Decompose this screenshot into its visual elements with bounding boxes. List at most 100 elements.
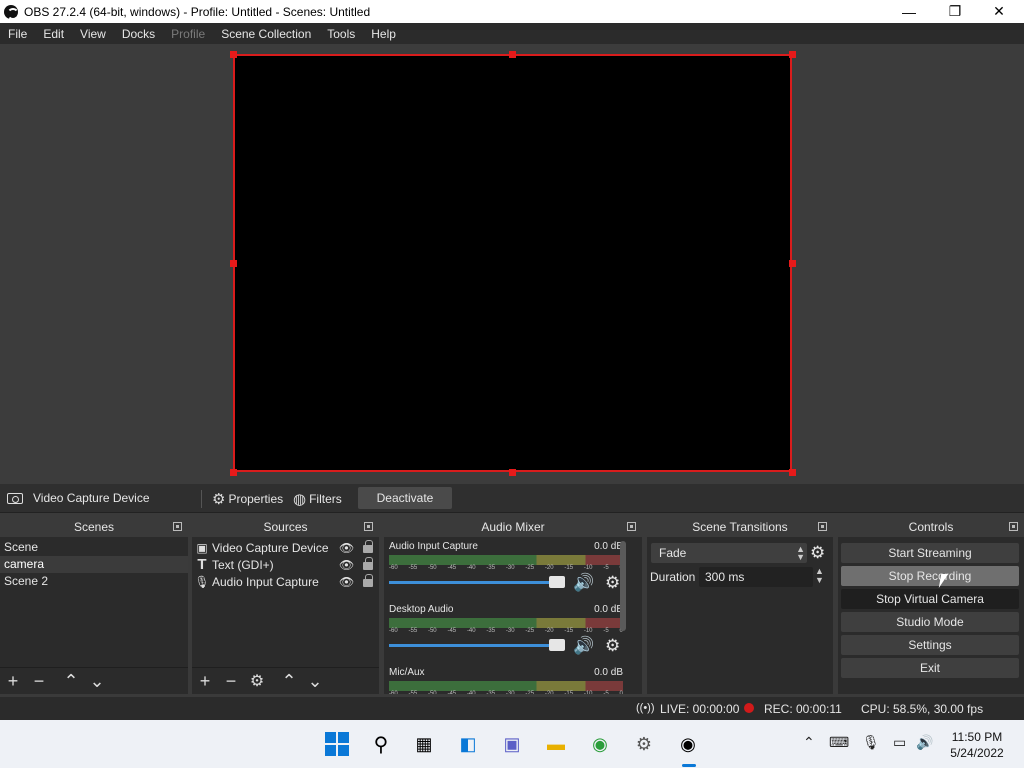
text-icon: T xyxy=(197,556,207,573)
volume-icon[interactable]: 🔊 xyxy=(916,734,933,751)
source-item-video-capture[interactable]: ▣ Video Capture Device 👁 xyxy=(192,539,379,556)
resize-handle-top-left[interactable] xyxy=(230,51,237,58)
volume-slider[interactable] xyxy=(389,581,565,584)
menu-help[interactable]: Help xyxy=(363,27,404,41)
resize-handle-bottom[interactable] xyxy=(509,469,516,476)
resize-handle-bottom-left[interactable] xyxy=(230,469,237,476)
sources-dock: Sources ▣ Video Capture Device 👁 T Text … xyxy=(192,517,379,694)
scene-item-scene[interactable]: Scene xyxy=(0,539,188,556)
windows-start-icon[interactable] xyxy=(325,732,349,756)
chrome-icon[interactable]: ◉ xyxy=(588,732,612,756)
lock-icon[interactable] xyxy=(363,574,373,587)
undock-icon[interactable] xyxy=(627,522,636,531)
cpu-fps: CPU: 58.5%, 30.00 fps xyxy=(861,702,984,716)
toolbar-divider xyxy=(201,490,202,508)
eye-icon[interactable]: 👁 xyxy=(339,558,354,572)
source-name: Audio Input Capture xyxy=(212,574,319,589)
filters-icon: ◍ xyxy=(293,490,307,508)
scene-item-camera[interactable]: camera xyxy=(0,556,188,573)
properties-button[interactable]: ⚙ Properties xyxy=(212,488,283,509)
properties-label: Properties xyxy=(228,491,284,506)
menu-profile[interactable]: Profile xyxy=(163,27,213,41)
stop-recording-button[interactable]: Stop Recording xyxy=(841,566,1019,586)
preview-canvas[interactable] xyxy=(233,54,792,472)
minimize-button[interactable]: — xyxy=(886,0,932,23)
exit-button[interactable]: Exit xyxy=(841,658,1019,678)
menu-scene-collection[interactable]: Scene Collection xyxy=(213,27,319,41)
duration-stepper[interactable]: ▲ ▼ xyxy=(815,567,824,585)
channel-db: 0.0 dB xyxy=(594,541,623,552)
start-streaming-button[interactable]: Start Streaming xyxy=(841,543,1019,563)
undock-icon[interactable] xyxy=(1009,522,1018,531)
lock-icon[interactable] xyxy=(363,557,373,570)
obs-logo-icon xyxy=(4,4,19,20)
move-source-down-button[interactable]: ⌄ xyxy=(302,671,328,692)
keyboard-icon[interactable]: ⌨ xyxy=(829,734,849,751)
volume-slider-handle[interactable] xyxy=(549,639,565,651)
file-explorer-icon[interactable]: ▬ xyxy=(544,732,568,756)
remove-source-button[interactable]: − xyxy=(218,671,244,692)
sources-title: Sources xyxy=(263,520,308,534)
deactivate-button[interactable]: Deactivate xyxy=(358,487,452,509)
close-button[interactable]: ✕ xyxy=(976,0,1022,23)
mixer-body: Audio Input Capture 0.0 dB -60 -55 -50 -45-… xyxy=(384,537,629,694)
source-item-audio-input[interactable]: 🎙 Audio Input Capture 👁 xyxy=(192,573,379,590)
source-properties-gear-icon[interactable]: ⚙ xyxy=(244,671,270,691)
filters-button[interactable]: ◍ Filters xyxy=(293,488,342,509)
resize-handle-left[interactable] xyxy=(230,260,237,267)
task-view-icon[interactable]: ▦ xyxy=(412,732,436,756)
move-scene-up-button[interactable]: ⌃ xyxy=(58,671,84,692)
resize-handle-top-right[interactable] xyxy=(789,51,796,58)
resize-handle-right[interactable] xyxy=(789,260,796,267)
speaker-icon[interactable]: 🔊 xyxy=(573,573,594,593)
gear-icon[interactable]: ⚙ xyxy=(810,543,825,563)
widgets-icon[interactable]: ◧ xyxy=(456,732,480,756)
microphone-icon[interactable]: 🎙 xyxy=(862,734,880,751)
undock-icon[interactable] xyxy=(364,522,373,531)
chevron-up-icon[interactable]: ⌃ xyxy=(803,734,815,751)
updown-icon: ▲ ▼ xyxy=(796,544,805,562)
undock-icon[interactable] xyxy=(173,522,182,531)
duration-input[interactable]: 300 ms xyxy=(699,567,813,587)
resize-handle-top[interactable] xyxy=(509,51,516,58)
undock-icon[interactable] xyxy=(818,522,827,531)
volume-slider-handle[interactable] xyxy=(549,576,565,588)
studio-mode-button[interactable]: Studio Mode xyxy=(841,612,1019,632)
resize-handle-bottom-right[interactable] xyxy=(789,469,796,476)
menu-tools[interactable]: Tools xyxy=(319,27,363,41)
settings-gear-icon[interactable]: ⚙ xyxy=(632,732,656,756)
lock-icon[interactable] xyxy=(363,540,373,553)
transition-select[interactable]: Fade ▲ ▼ xyxy=(651,543,807,563)
maximize-button[interactable]: ❐ xyxy=(932,0,978,23)
menu-docks[interactable]: Docks xyxy=(114,27,163,41)
mixer-scrollbar[interactable] xyxy=(620,541,626,631)
live-signal-icon: ((•)) xyxy=(636,702,655,714)
stop-virtual-camera-button[interactable]: Stop Virtual Camera xyxy=(841,589,1019,609)
gear-icon[interactable]: ⚙ xyxy=(605,636,620,656)
gear-icon[interactable]: ⚙ xyxy=(605,573,620,593)
obs-taskbar-icon[interactable]: ◉ xyxy=(676,732,700,756)
search-icon[interactable]: ⚲ xyxy=(369,732,393,756)
settings-button[interactable]: Settings xyxy=(841,635,1019,655)
eye-icon[interactable]: 👁 xyxy=(339,575,354,589)
network-icon[interactable]: ▭ xyxy=(893,734,906,751)
scenes-footer: + − ⌃ ⌄ xyxy=(0,667,188,694)
move-scene-down-button[interactable]: ⌄ xyxy=(84,671,110,692)
volume-slider[interactable] xyxy=(389,644,565,647)
source-item-text[interactable]: T Text (GDI+) 👁 xyxy=(192,556,379,573)
move-source-up-button[interactable]: ⌃ xyxy=(276,671,302,692)
scene-item-scene-2[interactable]: Scene 2 xyxy=(0,573,188,590)
volume-meter xyxy=(389,555,623,565)
menu-edit[interactable]: Edit xyxy=(35,27,72,41)
channel-db: 0.0 dB xyxy=(594,604,623,615)
chat-icon[interactable]: ▣ xyxy=(500,732,524,756)
add-scene-button[interactable]: + xyxy=(0,671,26,692)
add-source-button[interactable]: + xyxy=(192,671,218,692)
speaker-icon[interactable]: 🔊 xyxy=(573,636,594,656)
remove-scene-button[interactable]: − xyxy=(26,671,52,692)
preview-area[interactable] xyxy=(0,44,1024,484)
menu-file[interactable]: File xyxy=(0,27,35,41)
clock[interactable]: 11:50 PM 5/24/2022 xyxy=(946,729,1008,761)
eye-icon[interactable]: 👁 xyxy=(339,541,354,555)
menu-view[interactable]: View xyxy=(72,27,114,41)
